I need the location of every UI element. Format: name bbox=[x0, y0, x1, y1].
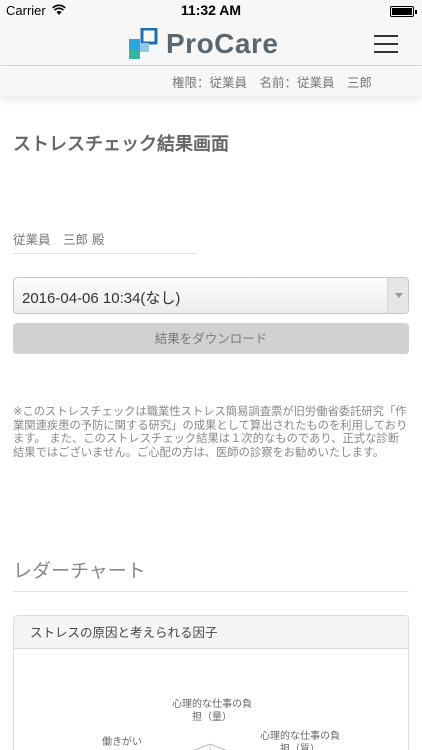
radar-chart: 心理的な仕事の負担（量） 心理的な仕事の負担（質） 働きがい bbox=[14, 650, 408, 750]
user-info-bar: 権限：従業員 名前：従業員 三郎 bbox=[0, 66, 422, 96]
status-bar: Carrier 11:32 AM bbox=[0, 0, 422, 22]
radar-chart-section-title: レダーチャート bbox=[13, 560, 146, 582]
stress-factors-panel: ストレスの原因と考えられる因子 心理的な仕事の負担（量） 心理的な仕事の負担（質… bbox=[13, 615, 409, 750]
employee-name: 従業員 三郎 殿 bbox=[13, 232, 105, 247]
disclaimer-text: ※このストレスチェックは職業性ストレス簡易調査票が旧労働省委託研究「作業関連疾患… bbox=[13, 405, 408, 459]
date-select-value: 2016-04-06 10:34(なし) bbox=[22, 290, 181, 307]
hamburger-menu-icon[interactable] bbox=[374, 35, 398, 53]
page-title: ストレスチェック結果画面 bbox=[13, 134, 229, 155]
divider bbox=[13, 591, 409, 592]
app-header: ProCare bbox=[0, 22, 422, 66]
chevron-down-icon bbox=[387, 278, 408, 313]
procare-logo-icon bbox=[129, 28, 158, 59]
panel-heading: ストレスの原因と考えられる因子 bbox=[14, 616, 408, 649]
clock: 11:32 AM bbox=[180, 2, 242, 18]
logo-text: ProCare bbox=[166, 28, 279, 59]
download-results-button[interactable]: 結果をダウンロード bbox=[13, 323, 409, 354]
logo[interactable]: ProCare bbox=[128, 28, 278, 60]
user-role-name: 権限：従業員 名前：従業員 三郎 bbox=[171, 75, 372, 90]
divider bbox=[13, 253, 197, 254]
result-date-select[interactable]: 2016-04-06 10:34(なし) bbox=[13, 277, 409, 314]
battery-icon bbox=[390, 6, 417, 17]
radar-grid bbox=[193, 743, 227, 750]
